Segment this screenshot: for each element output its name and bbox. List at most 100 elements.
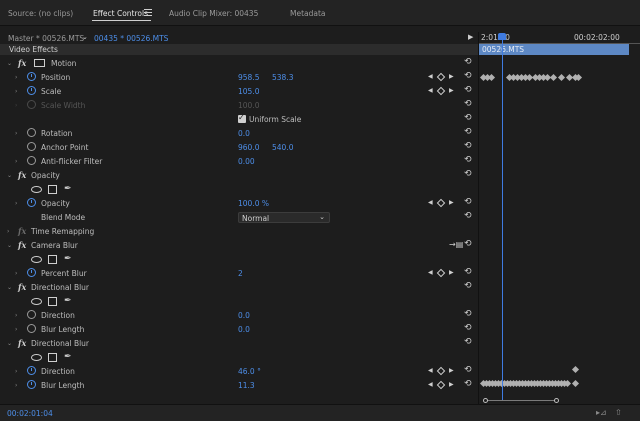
fx-icon[interactable]: fx [18,240,26,250]
effect-timeline[interactable]: 2:01:00 00:02:02:00 00526.MTS [478,32,640,404]
reset-icon[interactable]: ⟲ [464,239,472,249]
stopwatch-icon[interactable] [27,310,36,319]
anchor-x-value[interactable]: 960.0 [238,143,259,152]
fx-icon[interactable]: fx [18,226,26,236]
chevron-down-icon[interactable]: ⌄ [7,284,12,291]
keyframe-diamond[interactable] [549,73,558,82]
reset-icon[interactable]: ⟲ [464,281,472,291]
reset-icon[interactable]: ⟲ [464,323,472,333]
chevron-down-icon[interactable]: ⌄ [7,172,12,179]
next-keyframe-icon[interactable]: ▶ [449,199,454,206]
antiflicker-value[interactable]: 0.00 [238,157,255,166]
ellipse-mask-icon[interactable] [31,186,42,193]
play-icon[interactable]: ▶ [468,33,473,41]
chevron-right-icon[interactable]: › [15,312,17,319]
add-keyframe-icon[interactable] [436,268,446,278]
transform-icon[interactable] [34,59,45,67]
direction-value[interactable]: 46.0 ° [238,367,261,376]
next-keyframe-icon[interactable]: ▶ [449,381,454,388]
stopwatch-icon[interactable] [27,72,36,81]
rectangle-mask-icon[interactable] [48,185,57,194]
ellipse-mask-icon[interactable] [31,256,42,263]
rectangle-mask-icon[interactable] [48,353,57,362]
fx-icon[interactable]: fx [18,338,26,348]
scale-value[interactable]: 105.0 [238,87,259,96]
position-x-value[interactable]: 958.5 [238,73,259,82]
next-keyframe-icon[interactable]: ▶ [449,73,454,80]
prev-keyframe-icon[interactable]: ◀ [428,269,433,276]
chevron-down-icon[interactable]: ⌄ [7,60,12,67]
tab-source[interactable]: Source: (no clips) [8,9,73,18]
blur-length-value[interactable]: 11.3 [238,381,255,390]
fx-icon[interactable]: fx [18,282,26,292]
pen-mask-icon[interactable]: ✒ [64,296,72,306]
chevron-right-icon[interactable]: › [15,326,17,333]
fx-icon[interactable]: fx [18,170,26,180]
reset-icon[interactable]: ⟲ [464,169,472,179]
stopwatch-icon[interactable] [27,380,36,389]
stopwatch-icon[interactable] [27,366,36,375]
chevron-right-icon[interactable]: › [15,200,17,207]
stopwatch-icon[interactable] [27,156,36,165]
keyframe-diamond[interactable] [571,365,580,374]
add-keyframe-icon[interactable] [436,86,446,96]
reset-icon[interactable]: ⟲ [464,127,472,137]
effect-directional-blur-1[interactable]: ⌄ fx Directional Blur ⟲ [0,281,478,295]
rectangle-mask-icon[interactable] [48,297,57,306]
next-keyframe-icon[interactable]: ▶ [449,269,454,276]
scroll-handle-right[interactable] [554,398,559,403]
reset-icon[interactable]: ⟲ [464,211,472,221]
reset-icon[interactable]: ⟲ [464,309,472,319]
panel-menu-icon[interactable] [144,9,152,16]
playhead[interactable] [502,35,503,401]
position-y-value[interactable]: 538.3 [272,73,293,82]
chevron-right-icon[interactable]: › [15,158,17,165]
chevron-down-icon[interactable]: ⌄ [82,33,88,41]
keyframe-diamond[interactable] [487,73,496,82]
reset-icon[interactable]: ⟲ [464,141,472,151]
pen-mask-icon[interactable]: ✒ [64,184,72,194]
effect-camera-blur[interactable]: ⌄ fx Camera Blur →▤ ⟲ [0,239,478,253]
chevron-right-icon[interactable]: › [15,88,17,95]
uniform-scale-checkbox[interactable] [238,113,246,123]
sequence-clip-selector[interactable]: 00435 * 00526.MTS [94,34,168,43]
filter-icon[interactable]: ▸⊿ [596,408,607,417]
stopwatch-icon[interactable] [27,142,36,151]
stopwatch-icon[interactable] [27,268,36,277]
pen-mask-icon[interactable]: ✒ [64,254,72,264]
reset-icon[interactable]: ⟲ [464,85,472,95]
timeline-zoom-scrollbar[interactable] [483,398,559,403]
stopwatch-icon[interactable] [27,128,36,137]
reset-icon[interactable]: ⟲ [464,197,472,207]
effect-time-remapping[interactable]: › fx Time Remapping [0,225,478,239]
add-to-render-icon[interactable]: →▤ [449,240,463,249]
rectangle-mask-icon[interactable] [48,255,57,264]
tab-metadata[interactable]: Metadata [290,9,326,18]
stopwatch-icon[interactable] [27,198,36,207]
add-keyframe-icon[interactable] [436,72,446,82]
chevron-right-icon[interactable]: › [15,270,17,277]
opacity-value[interactable]: 100.0 % [238,199,269,208]
blend-mode-dropdown[interactable]: Normal ⌄ [238,212,330,223]
scroll-handle-left[interactable] [483,398,488,403]
chevron-right-icon[interactable]: › [15,368,17,375]
chevron-down-icon[interactable]: ⌄ [7,340,12,347]
reset-icon[interactable]: ⟲ [464,113,472,123]
current-timecode[interactable]: 00:02:01:04 [7,409,53,418]
next-keyframe-icon[interactable]: ▶ [449,87,454,94]
reset-icon[interactable]: ⟲ [464,71,472,81]
chevron-right-icon[interactable]: › [15,130,17,137]
effect-motion[interactable]: ⌄ fx Motion ⟲ [0,57,478,71]
prev-keyframe-icon[interactable]: ◀ [428,199,433,206]
prev-keyframe-icon[interactable]: ◀ [428,381,433,388]
reset-icon[interactable]: ⟲ [464,337,472,347]
anchor-y-value[interactable]: 540.0 [272,143,293,152]
ellipse-mask-icon[interactable] [31,298,42,305]
keyframe-diamond[interactable] [571,379,580,388]
next-keyframe-icon[interactable]: ▶ [449,367,454,374]
tab-effect-controls[interactable]: Effect Controls [93,9,148,18]
effect-opacity[interactable]: ⌄ fx Opacity ⟲ [0,169,478,183]
reset-icon[interactable]: ⟲ [464,155,472,165]
fx-icon[interactable]: fx [18,58,26,68]
percent-blur-value[interactable]: 2 [238,269,243,278]
